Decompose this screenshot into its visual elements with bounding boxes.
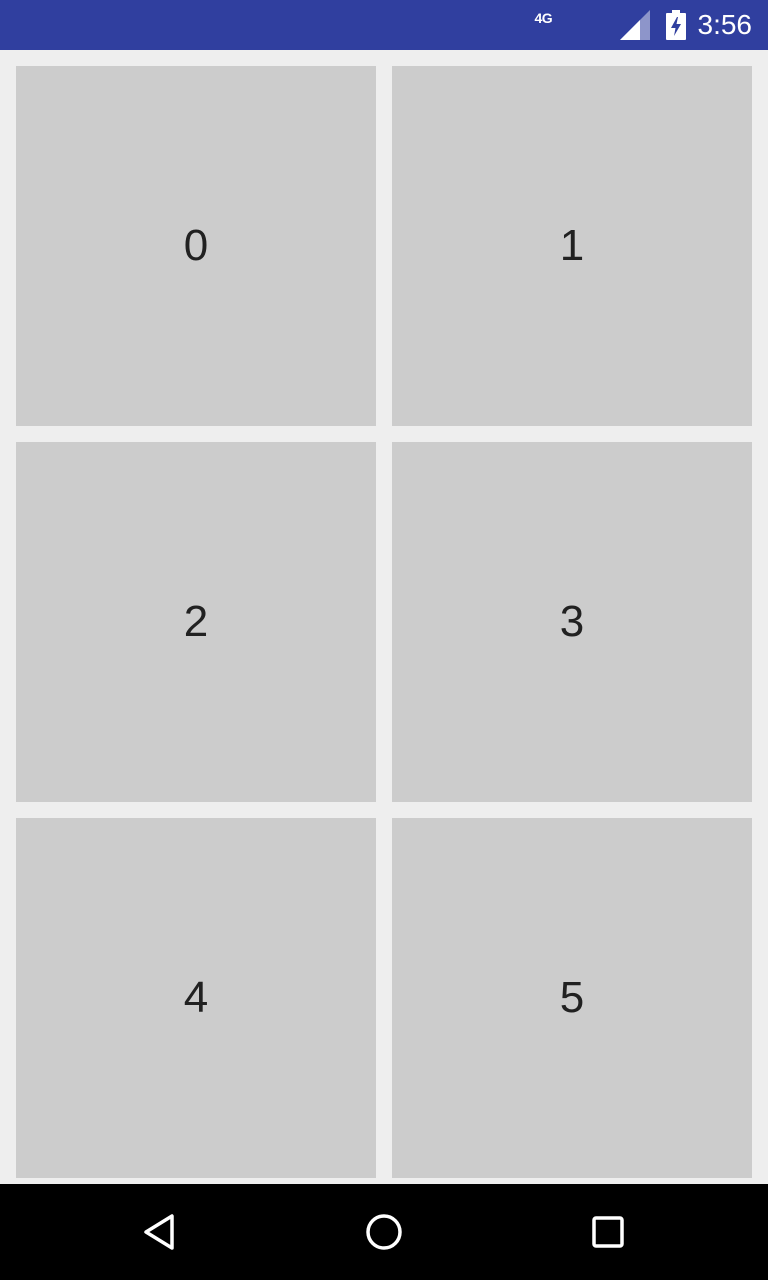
status-bar: 4G 3:56 [0, 0, 768, 50]
recents-icon [592, 1216, 624, 1248]
grid-tile[interactable]: 0 [16, 66, 376, 426]
network-type-label: 4G [534, 10, 553, 26]
tile-label: 0 [183, 221, 209, 270]
back-button[interactable] [134, 1206, 186, 1258]
tile-label: 2 [183, 597, 209, 646]
status-icons: 4G 3:56 [535, 0, 753, 50]
recents-button[interactable] [582, 1206, 634, 1258]
home-button[interactable] [358, 1206, 410, 1258]
tile-label: 3 [559, 597, 585, 646]
back-icon [144, 1214, 174, 1250]
clock: 3:56 [697, 9, 753, 40]
grid-tile[interactable]: 5 [392, 818, 752, 1178]
tile-label: 1 [559, 221, 585, 270]
tile-label: 4 [183, 973, 209, 1022]
grid-tile[interactable]: 4 [16, 818, 376, 1178]
battery-charging-icon [665, 10, 686, 40]
grid-tile[interactable]: 1 [392, 66, 752, 426]
signal-icon [619, 10, 650, 40]
grid-tile[interactable]: 3 [392, 442, 752, 802]
grid-tile[interactable]: 2 [16, 442, 376, 802]
tile-label: 5 [559, 973, 585, 1022]
navigation-bar [0, 1184, 768, 1280]
tile-grid: 0 1 2 3 4 5 [16, 66, 752, 1184]
home-icon [366, 1214, 402, 1250]
